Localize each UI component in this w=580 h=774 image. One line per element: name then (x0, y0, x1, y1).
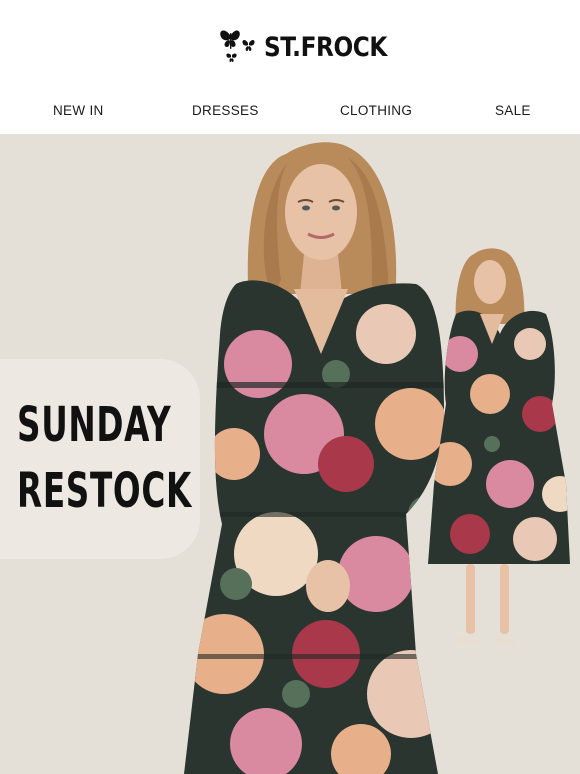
email-header: ST.FROCK (0, 0, 580, 92)
nav-new-in-link[interactable]: NEW IN (53, 103, 104, 118)
hero-banner[interactable]: SUNDAY RESTOCK (0, 134, 580, 774)
headline-line-2: RESTOCK (17, 463, 192, 519)
brand-wordmark: ST.FROCK (264, 31, 387, 63)
nav-clothing-link[interactable]: CLOTHING (340, 103, 412, 118)
hero-headline: SUNDAY RESTOCK (17, 392, 192, 524)
main-nav: NEW IN DRESSES CLOTHING SALE (0, 92, 580, 134)
nav-dresses-link[interactable]: DRESSES (192, 103, 259, 118)
headline-line-1: SUNDAY (17, 397, 172, 453)
model-side-image (428, 248, 570, 646)
butterfly-icon (220, 30, 255, 62)
nav-sale-link[interactable]: SALE (495, 103, 531, 118)
brand-logo[interactable]: ST.FROCK (218, 26, 407, 68)
